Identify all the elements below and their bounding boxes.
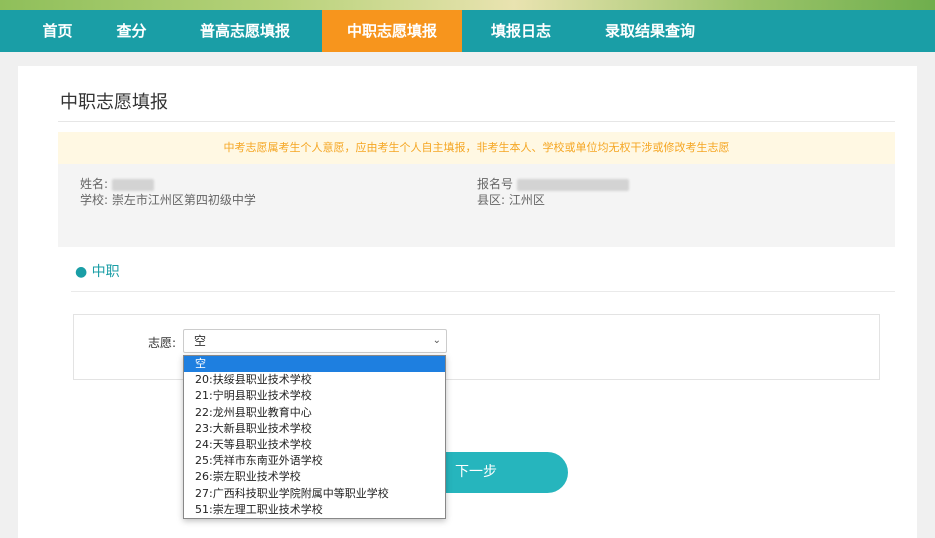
school-label: 学校: [80, 193, 109, 207]
dropdown-option[interactable]: 22:龙州县职业教育中心 [184, 405, 445, 421]
choice-select[interactable]: 空 ⌄ [183, 329, 447, 353]
chevron-down-icon: ⌄ [432, 335, 441, 346]
dropdown-option[interactable]: 20:扶绥县职业技术学校 [184, 372, 445, 388]
dropdown-option[interactable]: 24:天等县职业技术学校 [184, 437, 445, 453]
page-title: 中职志愿填报 [60, 92, 168, 113]
choice-label: 志愿: [148, 336, 177, 350]
section-title: ● 中职 [75, 264, 120, 280]
select-value: 空 [194, 334, 207, 348]
county-label: 县区: [477, 193, 506, 207]
dropdown-option[interactable]: 21:宁明县职业技术学校 [184, 388, 445, 404]
dropdown-option[interactable]: 空 [184, 356, 445, 373]
dropdown-option[interactable]: 26:崇左职业技术学校 [184, 469, 445, 485]
content-panel: 中职志愿填报 中考志愿属考生个人意愿，应由考生个人自主填报，非考生本人、学校或单… [18, 66, 917, 538]
dropdown-option[interactable]: 23:大新县职业技术学校 [184, 421, 445, 437]
school-value: 崇左市江州区第四初级中学 [111, 193, 256, 207]
nav-general-high-school[interactable]: 普高志愿填报 [185, 10, 305, 52]
divider [58, 121, 895, 122]
reg-number-redacted [516, 178, 629, 191]
nav-home[interactable]: 首页 [30, 10, 85, 52]
nav-score[interactable]: 查分 [104, 10, 159, 52]
school-field: 学校: 崇左市江州区第四初级中学 [80, 191, 256, 208]
name-field: 姓名: [80, 175, 154, 192]
name-redacted [111, 178, 154, 191]
name-label: 姓名: [80, 177, 109, 191]
dropdown-option[interactable]: 27:广西科技职业学院附属中等职业学校 [184, 486, 445, 502]
dropdown-option[interactable]: 25:凭祥市东南亚外语学校 [184, 453, 445, 469]
nav-vocational[interactable]: 中职志愿填报 [322, 10, 462, 52]
nav-admission-results[interactable]: 录取结果查询 [588, 10, 712, 52]
county-value: 江州区 [508, 193, 545, 207]
top-banner-strip [0, 0, 935, 10]
notice-banner: 中考志愿属考生个人意愿，应由考生个人自主填报，非考生本人、学校或单位均无权干涉或… [58, 132, 895, 164]
county-field: 县区: 江州区 [477, 191, 545, 208]
choice-dropdown-list[interactable]: 空 20:扶绥县职业技术学校 21:宁明县职业技术学校 22:龙州县职业教育中心 23:… [183, 355, 446, 519]
section-divider [71, 291, 895, 292]
student-info: 姓名: 学校: 崇左市江州区第四初级中学 报名号 县区: 江州区 [58, 164, 895, 247]
reg-number-field: 报名号 [477, 175, 629, 192]
main-nav: 首页 查分 普高志愿填报 中职志愿填报 填报日志 录取结果查询 [0, 10, 935, 52]
dropdown-option[interactable]: 51:崇左理工职业技术学校 [184, 502, 445, 518]
section-title-text: 中职 [91, 264, 120, 280]
nav-log[interactable]: 填报日志 [476, 10, 566, 52]
reg-label: 报名号 [477, 177, 514, 191]
